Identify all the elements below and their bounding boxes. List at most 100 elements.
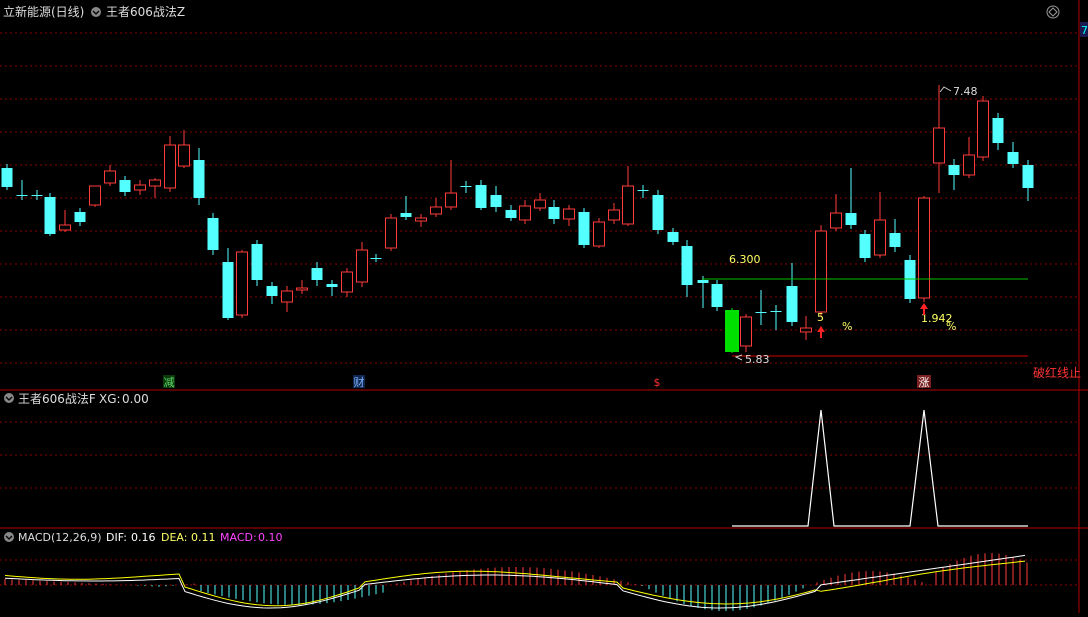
low-price-label: 5.83 (745, 353, 770, 366)
xg-signal-line (732, 409, 1028, 527)
candle-body-up (149, 179, 161, 187)
high-pointer (939, 86, 952, 93)
candle-body-down (326, 284, 338, 287)
candle-body-up (445, 192, 457, 208)
candle-body-up (593, 221, 605, 247)
candle-body-down (400, 213, 412, 217)
dif-line (4, 554, 1026, 609)
candle-body-up (519, 205, 531, 221)
marker-dollar: $ (654, 376, 661, 389)
high-price-label: 7.48 (953, 85, 978, 98)
level-label: 6.300 (729, 253, 761, 266)
candle-body-up (608, 209, 620, 221)
candle-body-down (119, 180, 131, 192)
stock-title[interactable]: 立新能源(日线) (3, 4, 84, 19)
chevron-down-icon[interactable] (4, 393, 14, 403)
dea-value: 0.11 (191, 531, 216, 544)
candle-body-down (74, 212, 86, 222)
candle-body-up (134, 184, 146, 191)
candle-body-down (460, 186, 472, 187)
candle-body-up (385, 217, 397, 249)
macd-label: MACD: (220, 531, 257, 544)
candle-body-down (475, 185, 487, 208)
svg-text:涨: 涨 (919, 376, 930, 389)
xg-spike-line (732, 409, 1028, 527)
marker-cai: 财 (353, 375, 365, 389)
stock-chart-canvas[interactable]: 6.300 7.48 5.83 5 % 1.942 % 破红线止 减 财 $ 涨… (0, 0, 1088, 613)
candle-body-down (505, 210, 517, 218)
candle-body-down (207, 218, 219, 250)
xg-field-label: XG: (99, 392, 121, 406)
candle-body-up (236, 251, 248, 316)
candle-body-up (59, 224, 71, 231)
candle-body-up (281, 290, 293, 303)
candle-body-up (963, 154, 975, 176)
candle-body-up (104, 170, 116, 184)
candlestick-series (1, 85, 1034, 353)
candle-body-up (977, 100, 989, 158)
candle-body-down (637, 190, 649, 191)
svg-text:财: 财 (354, 375, 365, 389)
candle-body-down (16, 195, 28, 196)
candle-body-down (222, 262, 234, 318)
candle-body-up (740, 316, 752, 347)
dif-value: 0.16 (131, 531, 156, 544)
candle-body-down (697, 280, 709, 283)
candle-body-down (711, 284, 723, 307)
macd-name[interactable]: MACD(12,26,9) (18, 531, 102, 544)
marker-jian: 减 (163, 375, 175, 389)
candle-body-up (622, 185, 634, 225)
candle-body-down (31, 195, 43, 196)
pct2-sign: % (946, 320, 956, 333)
candle-body-down (755, 312, 767, 313)
candle-body-down (266, 286, 278, 296)
candle-body-down (370, 258, 382, 259)
candle-body-down (1, 168, 13, 187)
candle-body-down (681, 246, 693, 285)
candle-body-down (845, 213, 857, 225)
candle-body-up (534, 199, 546, 209)
up-arrow-icon (817, 326, 825, 338)
candle-body-down (193, 160, 205, 198)
candle-body-up (296, 287, 308, 291)
break-red-line-text: 破红线止 (1033, 365, 1081, 380)
candle-body-up (178, 144, 190, 167)
pct1-sign: % (842, 320, 852, 333)
candle-body-down (667, 232, 679, 242)
candle-body-up (830, 212, 842, 229)
candle-body-down (251, 244, 263, 280)
candle-body-up (415, 217, 427, 222)
candle-body-down (859, 234, 871, 258)
candle-body-up (89, 185, 101, 206)
candle-body-up (874, 219, 886, 256)
candle-body-down (548, 207, 560, 219)
candle-body-up (356, 249, 368, 283)
marker-zhang: 涨 (917, 375, 931, 389)
pct1-value: 5 (817, 311, 824, 324)
candle-body-up (933, 127, 945, 164)
indicator-title[interactable]: 王者606战法Z (106, 5, 185, 19)
main-grid (0, 32, 1079, 586)
diamond-toggle-icon[interactable] (1046, 5, 1060, 19)
candle-body-limit-down (725, 310, 739, 352)
candle-body-up (341, 271, 353, 293)
chevron-down-icon[interactable] (91, 7, 101, 17)
candle-body-down (786, 286, 798, 322)
candle-body-down (1007, 152, 1019, 164)
candle-body-down (992, 118, 1004, 143)
candle-body-down (948, 165, 960, 175)
candle-body-down (44, 197, 56, 234)
xg-indicator-name[interactable]: 王者606战法F (18, 392, 96, 406)
dea-label: DEA: (161, 531, 187, 544)
candle-body-down (889, 233, 901, 247)
candle-body-down (578, 212, 590, 245)
candle-body-down (311, 268, 323, 280)
chart-window[interactable]: 6.300 7.48 5.83 5 % 1.942 % 破红线止 减 财 $ 涨… (0, 0, 1088, 613)
candle-body-up (918, 197, 930, 299)
candle-body-up (563, 208, 575, 220)
candle-body-down (490, 195, 502, 207)
svg-text:减: 减 (164, 376, 175, 389)
candle-body-up (800, 327, 812, 333)
candle-body-down (1022, 165, 1034, 188)
chevron-down-icon[interactable] (4, 532, 14, 542)
